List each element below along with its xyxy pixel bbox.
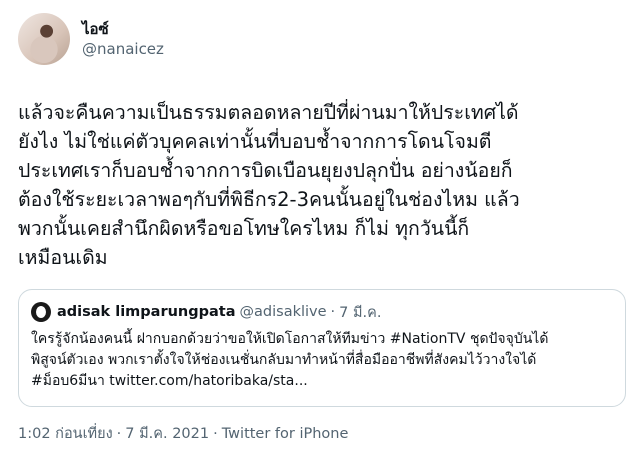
tweet-text: แล้วจะคืนความเป็นธรรมตลอดหลายปีที่ผ่านมา… bbox=[18, 101, 520, 269]
quoted-author-name: adisak limparungpata bbox=[57, 304, 236, 320]
tweet-time[interactable]: 1:02 ก่อนเที่ยง bbox=[18, 426, 113, 442]
quoted-tweet-header: adisak limparungpata @adisaklive · 7 มี.… bbox=[31, 301, 613, 323]
quoted-tweet[interactable]: adisak limparungpata @adisaklive · 7 มี.… bbox=[18, 289, 626, 407]
quoted-tweet-text: ใครรู้จักน้องคนนี้ ฝากบอกด้วยว่าขอให้เปิ… bbox=[31, 331, 549, 389]
tweet-date[interactable]: 7 มี.ค. 2021 bbox=[125, 426, 209, 442]
tweet-source[interactable]: Twitter for iPhone bbox=[222, 426, 349, 442]
quoted-tweet-date: 7 มี.ค. bbox=[339, 304, 382, 321]
tweet-header: ไอซ์ @nanaicez bbox=[18, 12, 626, 66]
tweet-footer: 1:02 ก่อนเที่ยง · 7 มี.ค. 2021 · Twitter for… bbox=[18, 422, 348, 445]
quoted-author-avatar bbox=[31, 302, 51, 322]
quoted-author-handle: @adisaklive bbox=[239, 304, 327, 320]
separator-dot: · bbox=[330, 304, 336, 320]
author-names: ไอซ์ @nanaicez bbox=[82, 19, 164, 59]
author-handle[interactable]: @nanaicez bbox=[82, 39, 164, 59]
separator-dot: · bbox=[116, 426, 122, 442]
separator-dot: · bbox=[213, 426, 218, 442]
author-display-name[interactable]: ไอซ์ bbox=[82, 19, 164, 39]
author-avatar[interactable] bbox=[18, 13, 70, 65]
